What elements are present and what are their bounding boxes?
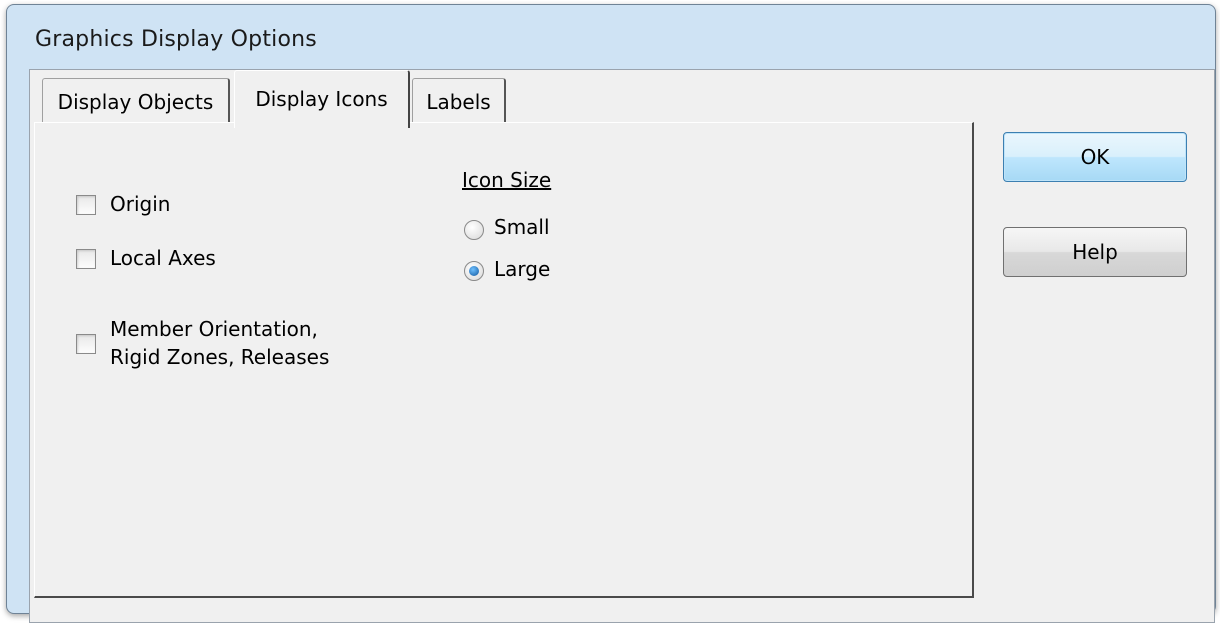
large-label: Large [494, 257, 551, 281]
small-radio[interactable] [464, 220, 484, 240]
help-button[interactable]: Help [1003, 227, 1187, 277]
origin-checkbox[interactable] [76, 195, 96, 215]
local-axes-label: Local Axes [110, 246, 216, 270]
icon-size-title: Icon Size [462, 168, 552, 192]
radio-selected-dot [469, 266, 479, 276]
ok-button[interactable]: OK [1003, 132, 1187, 182]
tab-display-objects[interactable]: Display Objects [42, 78, 230, 126]
large-radio[interactable] [464, 261, 484, 281]
member-orientation-label-line2: Rigid Zones, Releases [110, 345, 330, 369]
tab-display-icons[interactable]: Display Icons [234, 70, 410, 128]
tab-label: Display Icons [255, 87, 388, 111]
local-axes-checkbox[interactable] [76, 249, 96, 269]
origin-label: Origin [110, 192, 171, 216]
tab-label: Display Objects [57, 90, 214, 114]
tab-label: Labels [426, 90, 491, 114]
tab-labels[interactable]: Labels [412, 78, 506, 126]
window-title: Graphics Display Options [35, 27, 317, 52]
member-orientation-checkbox[interactable] [76, 334, 96, 354]
member-orientation-label-line1: Member Orientation, [110, 317, 318, 341]
small-label: Small [494, 215, 550, 239]
